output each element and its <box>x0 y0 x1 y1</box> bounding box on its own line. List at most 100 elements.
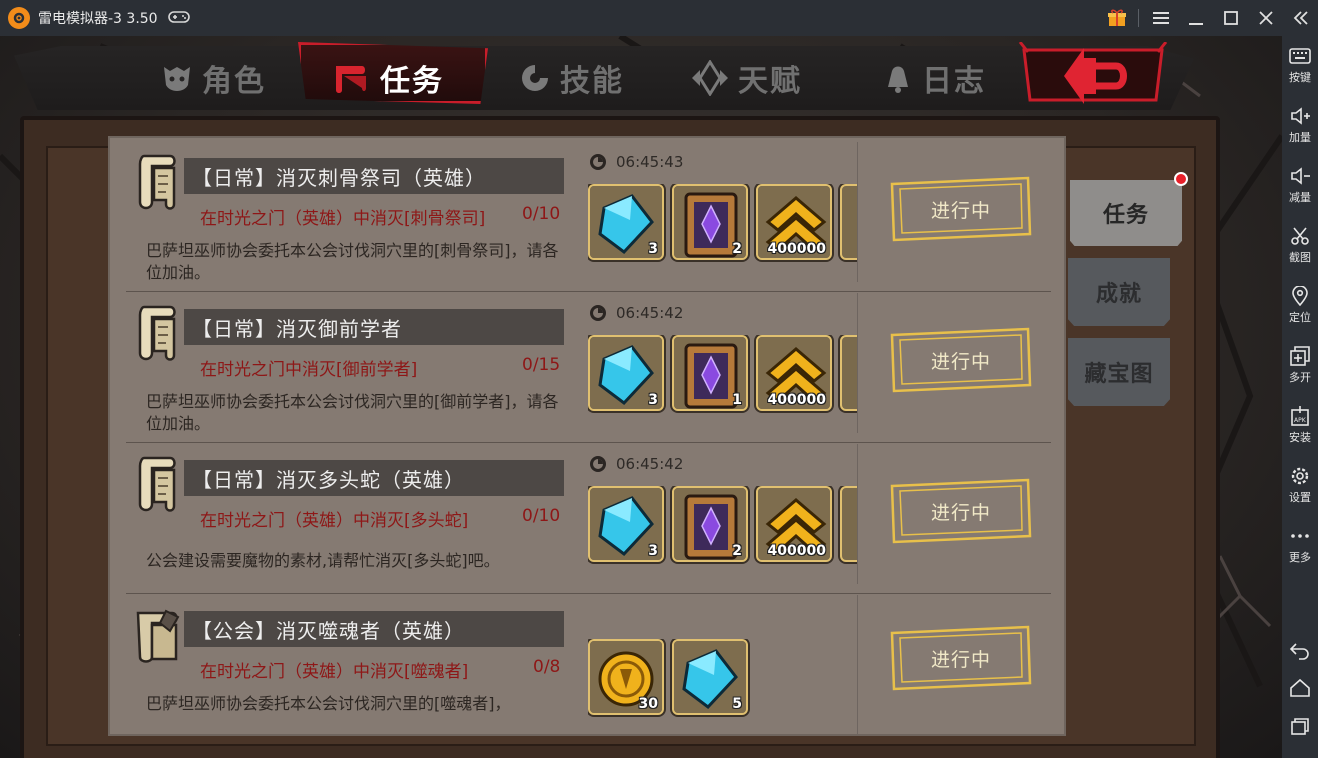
reward-item[interactable]: 400000 <box>756 184 832 260</box>
quest-progress: 0/8 <box>533 657 561 677</box>
minimize-icon[interactable] <box>1178 0 1213 36</box>
sidebar-item-settings[interactable]: 设置 <box>1282 460 1318 516</box>
game-screen: 角色 任务 技能 天赋 日志 任务 成就 藏宝图 【日常】消灭刺骨祭司（英雄） … <box>0 36 1282 758</box>
sidebar-item-label: 按键 <box>1289 71 1311 84</box>
side-tab-quests[interactable]: 任务 <box>1070 180 1182 246</box>
reward-count: 400000 <box>767 543 826 559</box>
sidebar-item-location[interactable]: 定位 <box>1282 280 1318 336</box>
tab-quests[interactable]: 任务 <box>332 52 444 104</box>
reward-item[interactable]: 3 <box>588 184 664 260</box>
quest-list-panel: 【日常】消灭刺骨祭司（英雄） 在时光之门（英雄）中消灭[刺骨祭司] 0/10 巴… <box>108 136 1066 736</box>
quest-description: 巴萨坦巫师协会委托本公会讨伐洞穴里的[噬魂者]， <box>146 694 511 713</box>
gear-icon <box>1291 467 1309 485</box>
reward-count: 3 <box>648 392 658 408</box>
quest-timer-text: 06:45:42 <box>616 455 684 473</box>
quest-timer: 06:45:42 <box>588 454 683 474</box>
reward-item-partial[interactable] <box>840 486 858 562</box>
reward-item[interactable]: 2 <box>672 486 748 562</box>
sidebar-item-install-apk[interactable]: APK 安装 <box>1282 400 1318 456</box>
clock-icon <box>590 456 606 472</box>
android-recents-button[interactable] <box>1282 710 1318 746</box>
gamepad-icon[interactable] <box>167 9 190 28</box>
quest-timer-text: 06:45:42 <box>616 304 684 322</box>
reward-list: 3 2 400000 <box>588 486 858 566</box>
reward-item[interactable]: 30 <box>588 639 664 715</box>
skill-swirl-icon <box>522 65 548 91</box>
quest-status-button[interactable]: 进行中 <box>890 625 1032 691</box>
reward-item-partial[interactable] <box>840 335 858 411</box>
quest-row: 【公会】消灭噬魂者（英雄） 在时光之门（英雄）中消灭[噬魂者] 0/8 巴萨坦巫… <box>126 595 1051 736</box>
quest-status-button[interactable]: 进行中 <box>890 327 1032 393</box>
clock-icon <box>590 305 606 321</box>
emulator-sidebar: 按键 加量 减量 截图 定位 多开 APK 安装 设置 更多 <box>1282 36 1318 758</box>
reward-count: 2 <box>732 543 742 559</box>
quest-goal: 在时光之门（英雄）中消灭[刺骨祭司] <box>200 209 486 229</box>
sidebar-item-keymap[interactable]: 按键 <box>1282 40 1318 96</box>
quest-row: 【日常】消灭刺骨祭司（英雄） 在时光之门（英雄）中消灭[刺骨祭司] 0/10 巴… <box>126 142 1051 292</box>
back-arrow-icon <box>1289 643 1309 660</box>
row-divider <box>126 593 1051 594</box>
quest-description: 巴萨坦巫师协会委托本公会讨伐洞穴里的[刺骨祭司]，请各位加油。 <box>146 241 559 282</box>
quest-progress: 0/15 <box>522 355 561 375</box>
android-home-button[interactable] <box>1282 672 1318 708</box>
quest-status-label: 进行中 <box>930 501 991 524</box>
tab-skills[interactable]: 技能 <box>518 52 624 104</box>
tab-label: 角色 <box>202 64 266 99</box>
side-tab-label: 成就 <box>1095 282 1142 307</box>
quest-title-text: 【日常】消灭御前学者 <box>192 316 402 341</box>
reward-count: 1 <box>732 392 742 408</box>
sidebar-item-label: 安装 <box>1289 431 1311 444</box>
quest-progress: 0/10 <box>522 506 561 526</box>
reward-count: 3 <box>648 543 658 559</box>
side-tab-achievements[interactable]: 成就 <box>1068 258 1170 326</box>
sidebar-item-label: 多开 <box>1289 371 1311 384</box>
quest-status-button[interactable]: 进行中 <box>890 478 1032 544</box>
row-divider <box>126 442 1051 443</box>
title-bar: 雷电模拟器-3 3.50 <box>0 0 1318 36</box>
quest-status-label: 进行中 <box>930 648 991 671</box>
sidebar-item-more[interactable]: 更多 <box>1282 520 1318 576</box>
side-tab-treasure-map[interactable]: 藏宝图 <box>1068 338 1170 406</box>
tab-talents[interactable]: 天赋 <box>690 52 802 104</box>
reward-item[interactable]: 5 <box>672 639 748 715</box>
reward-item[interactable]: 400000 <box>756 335 832 411</box>
collapse-sidebar-icon[interactable] <box>1283 0 1318 36</box>
quest-timer: 06:45:43 <box>588 152 683 172</box>
reward-count: 3 <box>648 241 658 257</box>
titlebar-divider <box>1138 9 1139 27</box>
sidebar-item-volume-up[interactable]: 加量 <box>1282 100 1318 156</box>
quest-title: 【日常】消灭刺骨祭司（英雄） <box>184 158 564 194</box>
sidebar-item-label: 设置 <box>1289 491 1311 504</box>
android-back-button[interactable] <box>1282 634 1318 670</box>
side-tab-label: 藏宝图 <box>1084 362 1154 387</box>
reward-item[interactable]: 3 <box>588 486 664 562</box>
location-pin-icon <box>1292 286 1308 306</box>
reward-count: 400000 <box>767 392 826 408</box>
home-icon <box>1290 678 1310 697</box>
close-icon[interactable] <box>1248 0 1283 36</box>
back-button[interactable] <box>1018 42 1168 104</box>
multi-instance-icon <box>1290 346 1310 366</box>
quest-description: 公会建设需要魔物的素材,请帮忙消灭[多头蛇]吧。 <box>146 551 500 570</box>
reward-item-partial[interactable] <box>840 184 858 260</box>
daily-quest-scroll-icon <box>138 305 176 361</box>
tab-logs[interactable]: 日志 <box>880 52 986 104</box>
sidebar-item-volume-down[interactable]: 减量 <box>1282 160 1318 216</box>
maximize-icon[interactable] <box>1213 0 1248 36</box>
reward-count: 400000 <box>767 241 826 257</box>
quest-row: 【日常】消灭御前学者 在时光之门中消灭[御前学者] 0/15 巴萨坦巫师协会委托… <box>126 293 1051 443</box>
sidebar-item-screenshot[interactable]: 截图 <box>1282 220 1318 276</box>
reward-item[interactable]: 3 <box>588 335 664 411</box>
tab-character[interactable]: 角色 <box>160 52 266 104</box>
column-divider <box>857 444 858 584</box>
volume-up-icon <box>1291 107 1310 125</box>
gift-icon[interactable] <box>1099 0 1134 36</box>
reward-item[interactable]: 2 <box>672 184 748 260</box>
reward-item[interactable]: 400000 <box>756 486 832 562</box>
reward-item[interactable]: 1 <box>672 335 748 411</box>
notification-badge <box>1174 172 1188 186</box>
quest-status-button[interactable]: 进行中 <box>890 176 1032 242</box>
sidebar-item-multi-instance[interactable]: 多开 <box>1282 340 1318 396</box>
menu-icon[interactable] <box>1143 0 1178 36</box>
quest-title-text: 【公会】消灭噬魂者（英雄） <box>192 618 465 643</box>
